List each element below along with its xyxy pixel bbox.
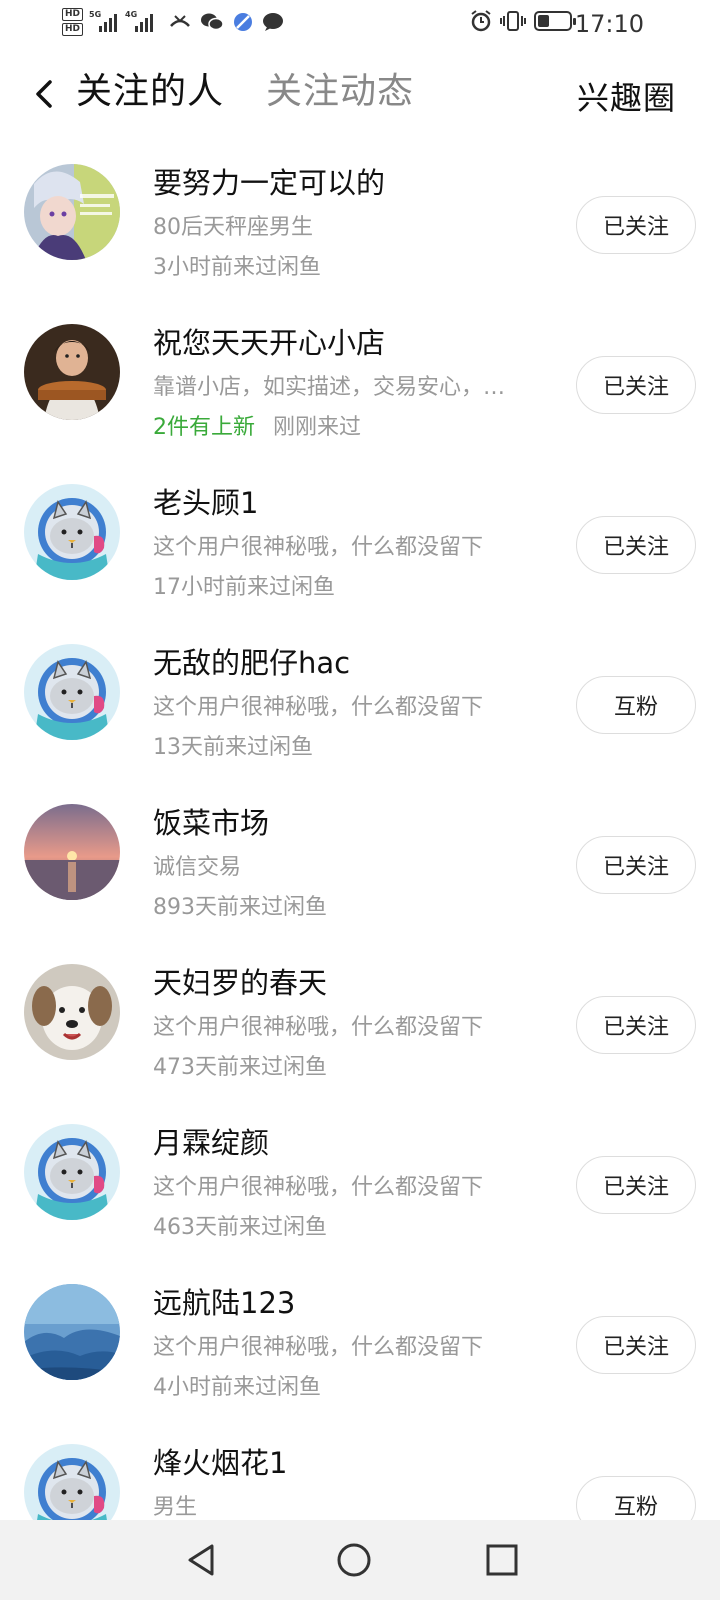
last-seen-text: 463天前来过闲鱼 (153, 1215, 327, 1240)
list-item[interactable]: 天妇罗的春天这个用户很神秘哦，什么都没留下 473天前来过闲鱼 已关注 (0, 950, 720, 1110)
hd-badge: HD (62, 8, 84, 21)
hd-badge-2: HD (62, 23, 84, 36)
list-item[interactable]: 月霖绽颜这个用户很神秘哦，什么都没留下 463天前来过闲鱼 已关注 (0, 1110, 720, 1270)
list-item[interactable]: 祝您天天开心小店靠谱小店，如实描述，交易安心，… 2件有上新 刚刚来过 已关注 (0, 310, 720, 470)
following-button[interactable]: 已关注 (576, 1316, 696, 1374)
network-5g-label: 5G (89, 10, 102, 19)
user-activity: 3小时前来过闲鱼 (153, 252, 321, 284)
last-seen-text: 13天前来过闲鱼 (153, 735, 313, 760)
cat-astronaut-avatar (24, 644, 120, 740)
user-description: 这个用户很神秘哦，什么都没留下 (153, 1015, 484, 1040)
status-left: HD HD 5G 4G (62, 8, 284, 36)
system-nav-bar (0, 1520, 720, 1600)
user-name[interactable]: 祝您天天开心小店 (153, 324, 385, 362)
user-activity: 17小时前来过闲鱼 (153, 572, 335, 604)
avatar[interactable] (24, 964, 120, 1060)
cat-astronaut-avatar (24, 484, 120, 580)
dog-avatar (24, 964, 120, 1060)
user-name[interactable]: 饭菜市场 (153, 804, 269, 842)
last-seen-text: 17小时前来过闲鱼 (153, 575, 335, 600)
square-recent-icon[interactable] (482, 1540, 522, 1580)
tab-following[interactable]: 关注的人 (76, 70, 224, 114)
triangle-back-icon[interactable] (182, 1540, 222, 1580)
following-button[interactable]: 已关注 (576, 516, 696, 574)
avatar[interactable] (24, 804, 120, 900)
vibrate-icon (500, 11, 526, 31)
user-activity: 473天前来过闲鱼 (153, 1052, 327, 1084)
header: 关注的人 关注动态 兴趣圈 (0, 60, 720, 130)
last-seen-text: 893天前来过闲鱼 (153, 895, 327, 920)
avatar[interactable] (24, 164, 120, 260)
missed-call-icon (170, 15, 190, 27)
following-button[interactable]: 已关注 (576, 996, 696, 1054)
user-description: 诚信交易 (153, 855, 242, 880)
avatar[interactable] (24, 324, 120, 420)
following-button[interactable]: 已关注 (576, 836, 696, 894)
last-seen-text: 3小时前来过闲鱼 (153, 255, 321, 280)
user-name[interactable]: 要努力一定可以的 (153, 164, 385, 202)
following-button[interactable]: 已关注 (576, 1156, 696, 1214)
avatar[interactable] (24, 1284, 120, 1380)
clock: 17:10 (574, 10, 644, 38)
user-description: 这个用户很神秘哦，什么都没留下 (153, 1175, 484, 1200)
user-activity: 463天前来过闲鱼 (153, 1212, 327, 1244)
following-list: 要努力一定可以的 80后天秤座男生 3小时前来过闲鱼 已关注 祝您天天开心小店 靠谱小店… (0, 150, 720, 1590)
user-description: 靠谱小店，如实描述，交易安心，… (153, 375, 506, 400)
hd-indicators: HD HD (62, 8, 84, 36)
message-icon (263, 13, 284, 31)
user-activity: 2件有上新 刚刚来过 (153, 412, 361, 444)
alarm-icon (471, 10, 491, 32)
last-seen-text: 刚刚来过 (273, 415, 362, 440)
sunset-avatar (24, 804, 120, 900)
browser-icon (234, 13, 253, 31)
user-activity: 13天前来过闲鱼 (153, 732, 313, 764)
user-activity: 893天前来过闲鱼 (153, 892, 327, 924)
mountain-avatar (24, 1284, 120, 1380)
interest-circle-link[interactable]: 兴趣圈 (577, 76, 676, 120)
signal-5g-icon: 5G (89, 10, 119, 32)
cat-astronaut-avatar (24, 1124, 120, 1220)
user-name[interactable]: 天妇罗的春天 (153, 964, 327, 1002)
avatar[interactable] (24, 644, 120, 740)
following-button[interactable]: 已关注 (576, 356, 696, 414)
wechat-icon (201, 13, 224, 31)
anime-avatar (24, 164, 120, 260)
mutual-follow-button[interactable]: 互粉 (576, 676, 696, 734)
user-name[interactable]: 远航陆123 (153, 1284, 295, 1322)
status-right (470, 10, 576, 32)
network-4g-label: 4G (125, 10, 138, 19)
avatar[interactable] (24, 1124, 120, 1220)
following-button[interactable]: 已关注 (576, 196, 696, 254)
list-item[interactable]: 无敌的肥仔hac 这个用户很神秘哦，什么都没留下 13天前来过闲鱼 互粉 (0, 630, 720, 790)
user-name[interactable]: 烽火烟花1 (153, 1444, 287, 1482)
user-description: 这个用户很神秘哦，什么都没留下 (153, 535, 484, 560)
avatar[interactable] (24, 484, 120, 580)
battery-icon (534, 11, 576, 31)
new-items-badge[interactable]: 2件有上新 (153, 412, 255, 444)
list-item[interactable]: 饭菜市场诚信交易 893天前来过闲鱼 已关注 (0, 790, 720, 950)
user-description: 这个用户很神秘哦，什么都没留下 (153, 1335, 484, 1360)
user-name[interactable]: 无敌的肥仔hac (153, 644, 350, 682)
user-description: 这个用户很神秘哦，什么都没留下 (153, 695, 484, 720)
notification-icons (169, 12, 284, 32)
circle-home-icon[interactable] (334, 1540, 374, 1580)
user-activity: 4小时前来过闲鱼 (153, 1372, 321, 1404)
user-name[interactable]: 老头顾1 (153, 484, 258, 522)
tab-feed[interactable]: 关注动态 (266, 70, 414, 114)
list-item[interactable]: 老头顾1 这个用户很神秘哦，什么都没留下 17小时前来过闲鱼 已关注 (0, 470, 720, 630)
chevron-left-icon[interactable] (26, 74, 66, 114)
last-seen-text: 473天前来过闲鱼 (153, 1055, 327, 1080)
signal-4g-icon: 4G (125, 10, 155, 32)
user-name[interactable]: 月霖绽颜 (153, 1124, 269, 1162)
status-bar: HD HD 5G 4G 17:10 (0, 0, 720, 48)
child-with-cake-avatar (24, 324, 120, 420)
list-item[interactable]: 远航陆123 这个用户很神秘哦，什么都没留下 4小时前来过闲鱼 已关注 (0, 1270, 720, 1430)
list-item[interactable]: 要努力一定可以的 80后天秤座男生 3小时前来过闲鱼 已关注 (0, 150, 720, 310)
user-description: 80后天秤座男生 (153, 215, 313, 240)
last-seen-text: 4小时前来过闲鱼 (153, 1375, 321, 1400)
